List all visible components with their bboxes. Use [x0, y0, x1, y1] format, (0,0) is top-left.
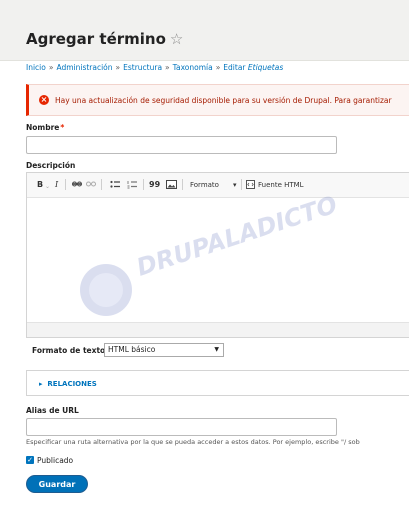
- required-mark: *: [60, 123, 65, 132]
- published-checkbox[interactable]: ✓: [26, 456, 34, 464]
- format-dropdown-caret-icon[interactable]: ▾: [233, 180, 237, 190]
- editor-status-bar: [27, 322, 409, 337]
- description-editor[interactable]: B ⌄ I 99 Formato ▾ Fuente HTML: [26, 172, 409, 338]
- url-alias-input[interactable]: [26, 418, 337, 436]
- breadcrumb-inicio[interactable]: Inicio: [26, 63, 46, 72]
- text-format-label: Formato de texto: [32, 346, 106, 355]
- url-alias-label: Alias de URL: [26, 406, 79, 415]
- text-format-select[interactable]: HTML básico ▼: [104, 343, 224, 357]
- bulleted-list-icon[interactable]: [110, 180, 120, 192]
- toolbar-divider: [101, 179, 102, 190]
- alert-message: Hay una actualización de seguridad dispo…: [55, 96, 392, 105]
- description-label: Descripción: [26, 161, 76, 170]
- toolbar-divider: [65, 179, 66, 190]
- relations-details[interactable]: ▸ RELACIONES: [26, 370, 409, 396]
- url-alias-help: Especificar una ruta alternativa por la …: [26, 438, 360, 446]
- link-icon[interactable]: [72, 180, 82, 191]
- triangle-right-icon: ▸: [39, 380, 43, 388]
- breadcrumb-editar[interactable]: Editar Etiquetas: [223, 63, 283, 72]
- blockquote-button[interactable]: 99: [149, 180, 160, 190]
- toolbar-divider: [241, 179, 242, 190]
- text-format-row: Formato de texto HTML básico ▼: [26, 338, 409, 362]
- editor-toolbar: B ⌄ I 99 Formato ▾ Fuente HTML: [27, 173, 409, 198]
- chevron-down-icon: ▼: [214, 346, 219, 353]
- relations-summary[interactable]: ▸ RELACIONES: [39, 380, 97, 388]
- format-dropdown[interactable]: Formato: [190, 180, 219, 190]
- source-icon[interactable]: [246, 180, 255, 192]
- breadcrumb-separator: »: [165, 63, 170, 72]
- numbered-list-icon[interactable]: [127, 180, 137, 192]
- name-input[interactable]: [26, 136, 337, 154]
- relations-label: RELACIONES: [47, 380, 97, 388]
- breadcrumb-separator: »: [48, 63, 54, 72]
- breadcrumb-administracion[interactable]: Administración: [56, 63, 112, 72]
- toolbar-divider: [143, 179, 144, 190]
- breadcrumb-separator: »: [115, 63, 121, 72]
- bold-dropdown-icon[interactable]: ⌄: [45, 182, 50, 192]
- breadcrumb-estructura[interactable]: Estructura: [123, 63, 162, 72]
- save-button[interactable]: Guardar: [26, 475, 88, 493]
- security-alert: × Hay una actualización de seguridad dis…: [26, 84, 409, 116]
- page-title-text: Agregar término: [26, 30, 166, 48]
- page-header: Agregar término ☆: [0, 0, 409, 61]
- image-icon[interactable]: [166, 180, 177, 192]
- check-icon: ✓: [27, 456, 33, 464]
- page-title: Agregar término ☆: [26, 30, 183, 48]
- name-label: Nombre*: [26, 123, 64, 132]
- italic-button[interactable]: I: [55, 180, 58, 190]
- published-label[interactable]: Publicado: [37, 456, 73, 465]
- source-button[interactable]: Fuente HTML: [258, 180, 304, 190]
- breadcrumb-taxonomia[interactable]: Taxonomía: [173, 63, 213, 72]
- toolbar-divider: [182, 179, 183, 190]
- breadcrumb-separator: »: [215, 63, 221, 72]
- unlink-icon[interactable]: [86, 180, 96, 191]
- text-format-value: HTML básico: [108, 345, 156, 354]
- name-label-text: Nombre: [26, 123, 60, 132]
- star-icon[interactable]: ☆: [170, 30, 183, 48]
- breadcrumb-editar-label: Editar: [223, 63, 246, 72]
- format-dropdown-label: Formato: [190, 181, 219, 189]
- bold-button[interactable]: B: [37, 180, 43, 190]
- breadcrumb-vocabulary: Etiquetas: [247, 63, 284, 72]
- error-icon: ×: [39, 95, 49, 105]
- breadcrumb: Inicio» Administración» Estructura» Taxonom…: [26, 63, 283, 72]
